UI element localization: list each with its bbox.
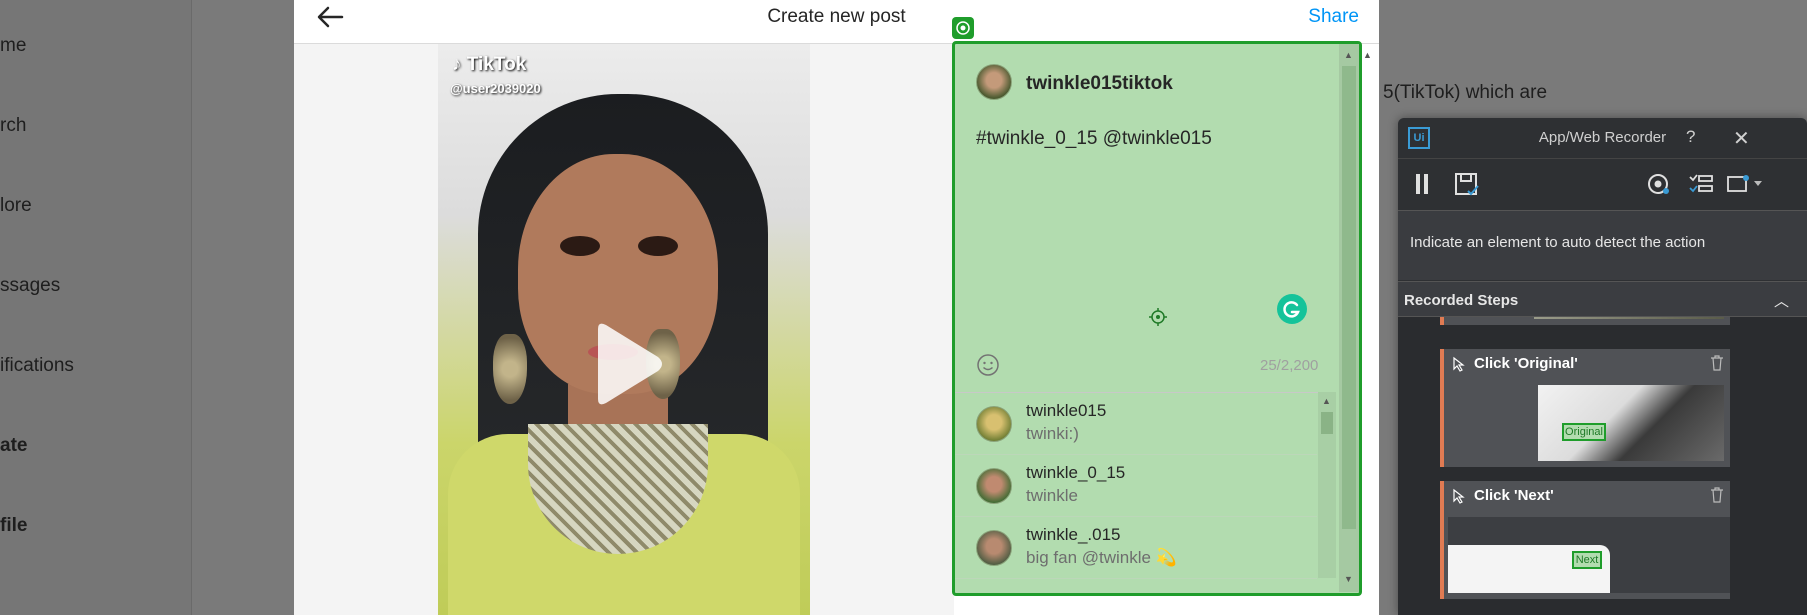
help-button[interactable]: ? bbox=[1686, 127, 1695, 147]
mention-username: twinkle_0_15 bbox=[1026, 463, 1126, 482]
mention-fullname: twinki:) bbox=[1026, 424, 1079, 443]
mention-username: twinkle015 bbox=[1026, 401, 1107, 420]
caption-char-count: 25/2,200 bbox=[1260, 357, 1319, 374]
trash-icon[interactable] bbox=[1710, 355, 1724, 371]
bg-nav-item-messages: ssages bbox=[0, 275, 61, 296]
mention-item[interactable]: twinkle_.015 big fan @twinkle 💫 bbox=[955, 517, 1317, 579]
save-icon[interactable] bbox=[1454, 169, 1480, 199]
mention-item[interactable]: twinkle015 twinki:) bbox=[955, 393, 1317, 455]
tiktok-logo: ♪ TikTok bbox=[452, 54, 527, 75]
recorder-target-icon bbox=[952, 17, 974, 39]
mention-avatar bbox=[976, 406, 1012, 442]
mention-avatar bbox=[976, 468, 1012, 504]
pause-icon[interactable] bbox=[1414, 169, 1430, 199]
play-icon[interactable] bbox=[586, 319, 666, 409]
scroll-up-icon[interactable]: ▲ bbox=[1344, 50, 1353, 60]
grammarly-icon[interactable] bbox=[1277, 294, 1307, 324]
app-web-recorder-panel: Ui App/Web Recorder ? ✕ Indicate an elem… bbox=[1398, 118, 1807, 615]
click-action-icon bbox=[1450, 356, 1468, 372]
mention-item[interactable]: twinkle_0_15 twinkle bbox=[955, 455, 1317, 517]
capture-options-icon[interactable] bbox=[1726, 169, 1766, 199]
share-button[interactable]: Share bbox=[1308, 6, 1359, 28]
modal-scroll-up-icon[interactable]: ▲ bbox=[1363, 50, 1372, 60]
recorder-hint-area: Indicate an element to auto detect the a… bbox=[1398, 210, 1807, 280]
close-button[interactable]: ✕ bbox=[1733, 126, 1750, 151]
bg-nav-item-explore: lore bbox=[0, 195, 32, 216]
mention-scrollbar-thumb[interactable] bbox=[1321, 412, 1333, 434]
step-thumbnail bbox=[1534, 317, 1724, 319]
recorder-hint: Indicate an element to auto detect the a… bbox=[1410, 234, 1706, 251]
bg-nav-item-search: rch bbox=[0, 115, 27, 136]
list-steps-icon[interactable] bbox=[1688, 169, 1714, 199]
mention-suggestions: twinkle015 twinki:) twinkle_0_15 twinkle… bbox=[955, 392, 1336, 581]
step-title: Click 'Original' bbox=[1474, 355, 1578, 372]
bg-nav-item-home: me bbox=[0, 35, 27, 56]
background-sidebar bbox=[0, 0, 192, 615]
recorded-steps-label: Recorded Steps bbox=[1404, 292, 1519, 309]
step-card[interactable]: Click 'Next' Next bbox=[1440, 481, 1730, 599]
bg-nav-item-notifications: ifications bbox=[0, 355, 74, 376]
bg-page-text: 5(TikTok) which are bbox=[1383, 82, 1548, 103]
chevron-up-icon[interactable]: ︿ bbox=[1774, 290, 1789, 311]
modal-title: Create new post bbox=[767, 6, 906, 27]
mention-scroll-up-icon[interactable]: ▲ bbox=[1322, 396, 1331, 406]
step-title: Click 'Next' bbox=[1474, 487, 1554, 504]
video-frame-eye bbox=[560, 236, 600, 256]
step-thumbnail: Next bbox=[1448, 517, 1730, 593]
recorder-toolbar bbox=[1398, 158, 1807, 210]
recorded-steps-header[interactable]: Recorded Steps ︿ bbox=[1398, 281, 1807, 317]
video-frame-eye bbox=[638, 236, 678, 256]
click-action-icon bbox=[1450, 488, 1468, 504]
caption-input[interactable]: #twinkle_0_15 @twinkle015 bbox=[976, 128, 1212, 150]
video-frame-earring bbox=[493, 334, 527, 404]
post-username: twinkle015tiktok bbox=[1026, 73, 1173, 94]
crosshair-icon bbox=[1149, 308, 1167, 326]
modal-header: Create new post Share bbox=[294, 0, 1379, 44]
step-card[interactable]: Click 'Original' Original bbox=[1440, 349, 1730, 467]
tiktok-logo-text: TikTok bbox=[466, 54, 527, 75]
emoji-icon[interactable] bbox=[976, 353, 1000, 377]
user-avatar bbox=[976, 64, 1012, 100]
mention-fullname: big fan @twinkle 💫 bbox=[1026, 548, 1177, 567]
mention-avatar bbox=[976, 530, 1012, 566]
thumbnail-highlight-label: Next bbox=[1572, 551, 1602, 569]
scroll-down-icon[interactable]: ▼ bbox=[1344, 574, 1353, 584]
mention-username: twinkle_.015 bbox=[1026, 525, 1121, 544]
tiktok-handle: @user2039020 bbox=[450, 81, 541, 96]
step-thumbnail: Original bbox=[1538, 385, 1724, 461]
caption-scrollbar-thumb[interactable] bbox=[1342, 66, 1356, 529]
step-card-partial bbox=[1440, 317, 1730, 325]
target-settings-icon[interactable] bbox=[1646, 169, 1672, 199]
media-preview-area: ♪ TikTok @user2039020 bbox=[294, 44, 954, 615]
video-preview[interactable]: ♪ TikTok @user2039020 bbox=[438, 44, 810, 615]
recorded-steps-list: Click 'Original' Original Click 'Next' N… bbox=[1398, 317, 1807, 615]
recorder-titlebar: Ui App/Web Recorder ? ✕ bbox=[1398, 118, 1807, 158]
thumbnail-highlight-label: Original bbox=[1562, 423, 1606, 441]
trash-icon[interactable] bbox=[1710, 487, 1724, 503]
mention-fullname: twinkle bbox=[1026, 486, 1078, 505]
bg-nav-item-profile: file bbox=[0, 515, 28, 536]
bg-nav-item-create: ate bbox=[0, 435, 28, 456]
